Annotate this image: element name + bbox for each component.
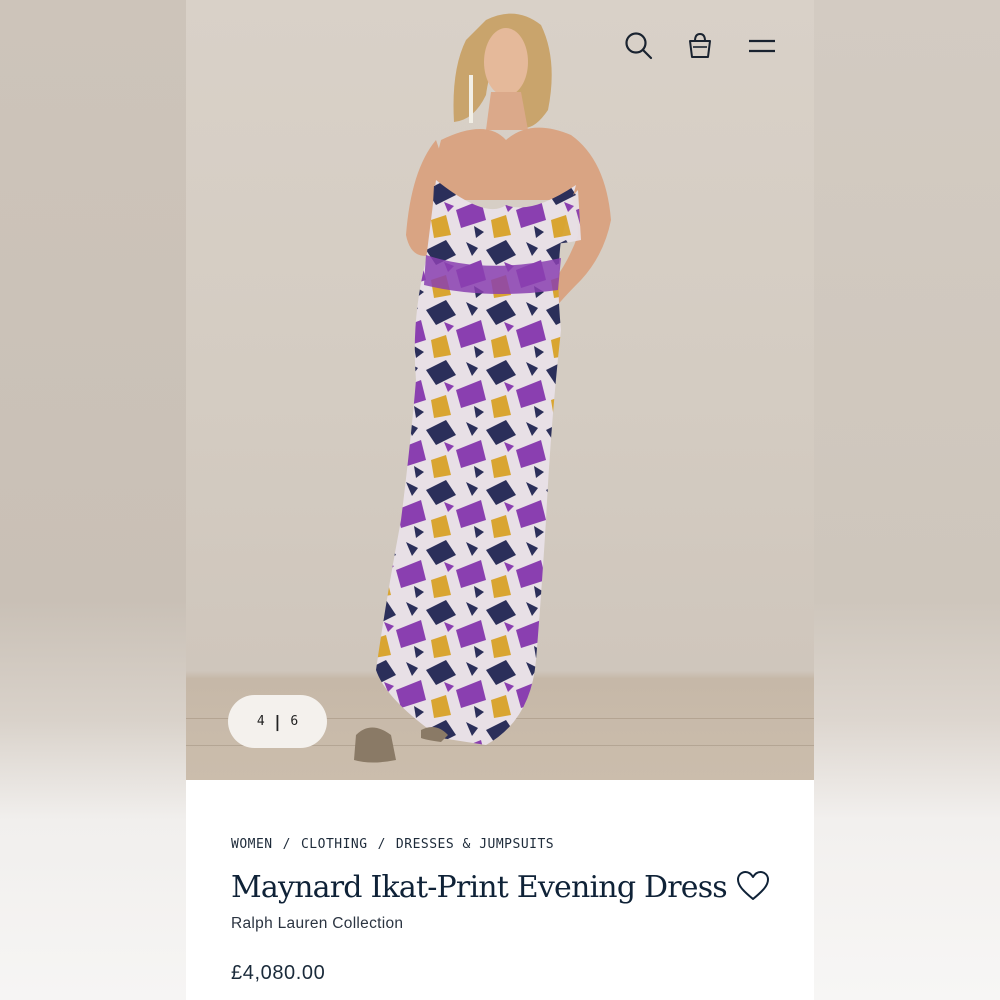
breadcrumb-women[interactable]: WOMEN: [231, 837, 273, 852]
product-brand[interactable]: Ralph Lauren Collection: [231, 915, 403, 933]
breadcrumb-clothing[interactable]: CLOTHING: [301, 837, 368, 852]
image-counter: 4 | 6: [228, 695, 327, 748]
image-counter-separator: |: [272, 712, 283, 731]
product-info: WOMEN / CLOTHING / DRESSES & JUMPSUITS M…: [186, 780, 814, 1000]
image-counter-current: 4: [256, 714, 265, 729]
shopping-bag-icon[interactable]: [682, 28, 718, 64]
wishlist-heart-icon[interactable]: [736, 870, 770, 902]
breadcrumb-dresses-jumpsuits[interactable]: DRESSES & JUMPSUITS: [396, 837, 554, 852]
product-photo-model: [354, 13, 611, 763]
breadcrumb: WOMEN / CLOTHING / DRESSES & JUMPSUITS: [231, 837, 554, 852]
image-counter-total: 6: [290, 714, 299, 729]
product-title: Maynard Ikat-Print Evening Dress: [231, 870, 728, 905]
search-icon[interactable]: [621, 28, 657, 64]
breadcrumb-separator: /: [377, 837, 386, 852]
product-image-gallery[interactable]: 4 | 6: [186, 0, 814, 780]
breadcrumb-separator: /: [282, 837, 291, 852]
product-page: 4 | 6 WOMEN / CLOTHING / DRESSES & JUMPS…: [186, 0, 814, 1000]
hamburger-menu-icon[interactable]: [744, 28, 780, 64]
background-blur-right: [814, 0, 1000, 1000]
product-price: £4,080.00: [231, 962, 326, 984]
background-blur-left: [0, 0, 186, 1000]
